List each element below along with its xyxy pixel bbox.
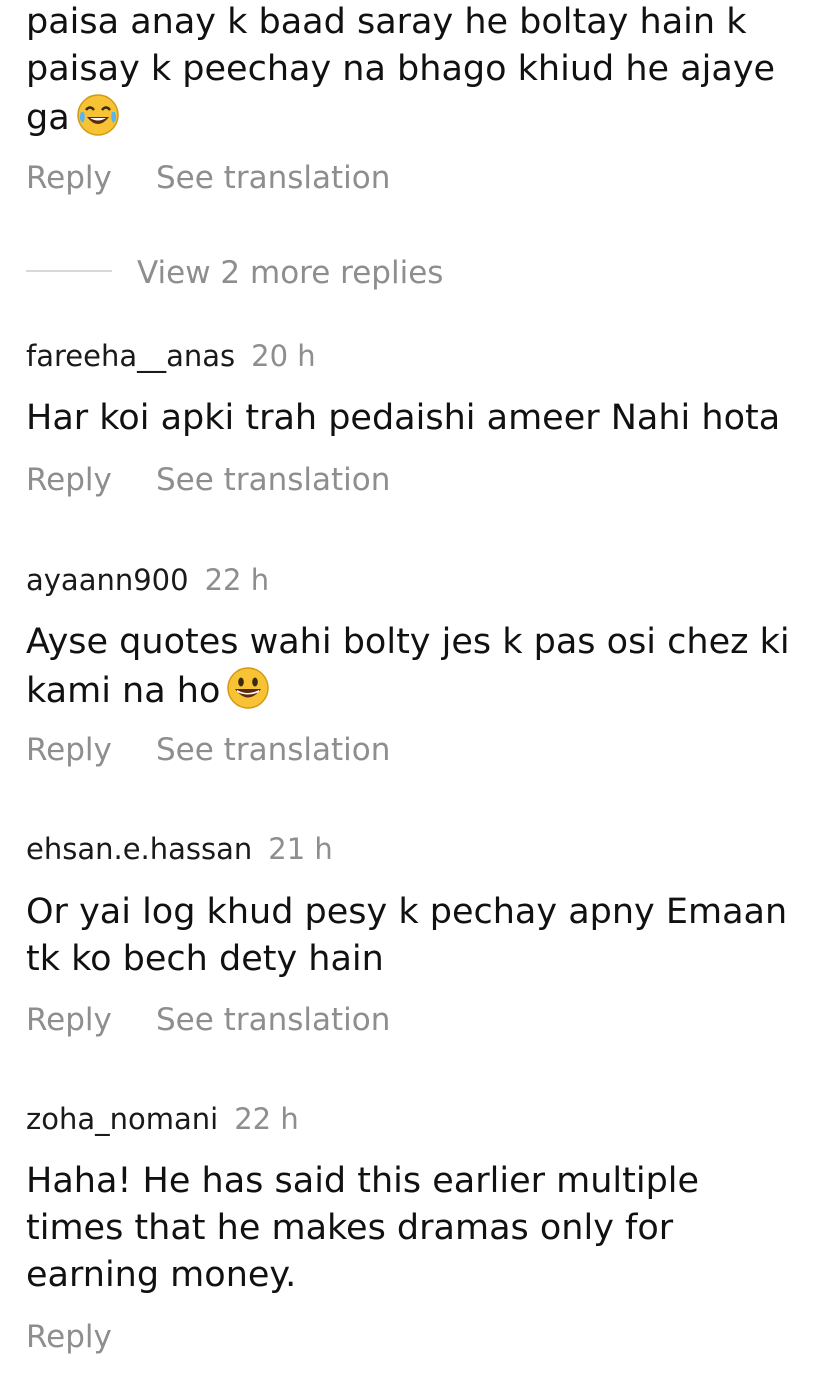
comment-username[interactable]: zoha_nomani <box>26 1102 218 1136</box>
reply-button[interactable]: Reply <box>26 730 112 770</box>
reply-button[interactable]: Reply <box>26 158 112 198</box>
comment-body: Haha! He has said this earlier multiple … <box>26 1158 699 1299</box>
see-translation-button[interactable]: See translation <box>156 730 390 770</box>
comment-timestamp: 21 h <box>268 832 333 866</box>
comment-text-line: paisay k peechay na bhago khiud he ajaye <box>26 49 776 89</box>
view-more-replies-button[interactable]: View 2 more replies <box>137 253 443 293</box>
comment-timestamp: 22 h <box>234 1102 299 1136</box>
comment-text-line: kami na ho <box>26 671 221 711</box>
comment-username[interactable]: ehsan.e.hassan <box>26 832 252 866</box>
replies-divider <box>26 270 112 272</box>
comment-text-line: Haha! He has said this earlier multiple <box>26 1161 700 1201</box>
see-translation-button[interactable]: See translation <box>156 460 390 500</box>
grinning-emoji-icon <box>226 666 270 710</box>
comment-username[interactable]: fareeha__anas <box>26 339 235 373</box>
reply-button[interactable]: Reply <box>26 1317 112 1357</box>
comment-timestamp: 22 h <box>204 563 270 597</box>
comment-text-line: Or yai log khud pesy k pechay apny Emaan <box>26 892 788 932</box>
comment-text-line: times that he makes dramas only for <box>26 1208 674 1248</box>
comment-text-line: Har koi apki trah pedaishi ameer Nahi ho… <box>26 398 781 438</box>
comment-text-line: paisa anay k baad saray he boltay hain k <box>26 2 747 42</box>
comment-body: Or yai log khud pesy k pechay apny Emaan… <box>26 889 787 983</box>
comment-text-line: ga <box>26 98 70 138</box>
comment-body: Ayse quotes wahi bolty jes k pas osi che… <box>26 619 790 715</box>
comment-0: paisa anay k baad saray he boltay hain k… <box>26 0 775 142</box>
comment-header: ehsan.e.hassan 21 h <box>26 831 333 867</box>
comment-body: Har koi apki trah pedaishi ameer Nahi ho… <box>26 395 780 442</box>
comment-header: fareeha__anas 20 h <box>26 338 316 374</box>
reply-button[interactable]: Reply <box>26 1000 112 1040</box>
comment-text-line: Ayse quotes wahi bolty jes k pas osi che… <box>26 622 790 662</box>
see-translation-button[interactable]: See translation <box>156 1000 390 1040</box>
comment-header: zoha_nomani 22 h <box>26 1101 299 1137</box>
comment-timestamp: 20 h <box>251 339 316 373</box>
laughing-tears-emoji-icon <box>76 93 120 137</box>
comment-header: ayaann900 22 h <box>26 562 269 598</box>
see-translation-button[interactable]: See translation <box>156 158 390 198</box>
reply-button[interactable]: Reply <box>26 460 112 500</box>
comment-username[interactable]: ayaann900 <box>26 563 189 597</box>
comment-text-line: earning money. <box>26 1255 297 1295</box>
comment-text-line: tk ko bech dety hain <box>26 939 384 979</box>
